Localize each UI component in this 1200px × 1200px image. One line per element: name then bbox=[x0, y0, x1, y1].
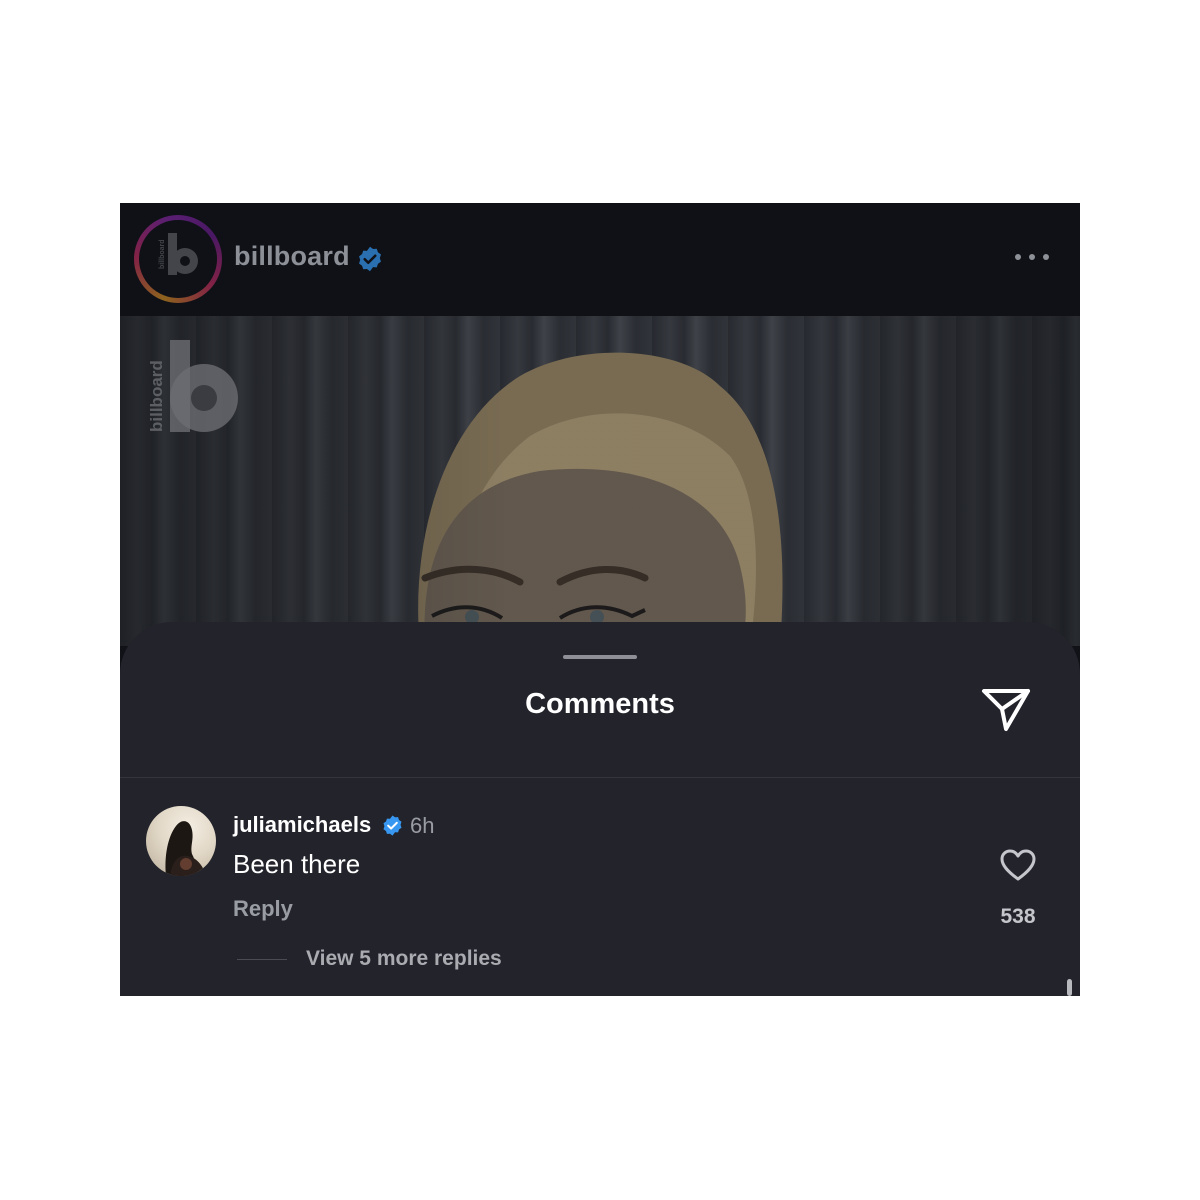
comments-title: Comments bbox=[525, 688, 675, 720]
heart-icon[interactable] bbox=[999, 848, 1037, 882]
billboard-logo-icon: billboard bbox=[159, 233, 198, 275]
post-username[interactable]: billboard bbox=[234, 241, 350, 272]
comment-text: Been there bbox=[233, 849, 361, 879]
drag-handle[interactable] bbox=[563, 655, 637, 659]
comments-sheet: Comments juliamichaels 6h Been there Rep… bbox=[120, 622, 1080, 996]
view-more-replies-button[interactable]: View 5 more replies bbox=[306, 947, 502, 971]
profile-avatar[interactable]: billboard bbox=[134, 215, 222, 303]
svg-text:billboard: billboard bbox=[147, 360, 166, 432]
post-header: billboard billboard bbox=[120, 203, 1080, 316]
post-image[interactable]: billboard bbox=[120, 316, 1080, 646]
reply-button[interactable]: Reply bbox=[233, 896, 293, 922]
comment-avatar[interactable] bbox=[146, 806, 216, 876]
scrollbar-thumb[interactable] bbox=[1067, 979, 1072, 996]
comment-username[interactable]: juliamichaels bbox=[233, 812, 371, 838]
comment-timestamp: 6h bbox=[410, 813, 435, 838]
verified-badge-icon bbox=[359, 246, 381, 272]
more-options-icon[interactable] bbox=[1010, 247, 1054, 267]
send-icon[interactable] bbox=[980, 685, 1032, 733]
svg-text:billboard: billboard bbox=[159, 239, 166, 269]
post-view: billboard billboard billboard Comments j… bbox=[120, 203, 1080, 996]
like-count: 538 bbox=[1000, 905, 1036, 928]
verified-badge-icon bbox=[383, 815, 402, 836]
sheet-divider bbox=[120, 777, 1080, 778]
avatar-photo bbox=[165, 821, 206, 876]
replies-divider-line bbox=[237, 959, 287, 960]
billboard-watermark-icon: billboard bbox=[147, 340, 238, 432]
